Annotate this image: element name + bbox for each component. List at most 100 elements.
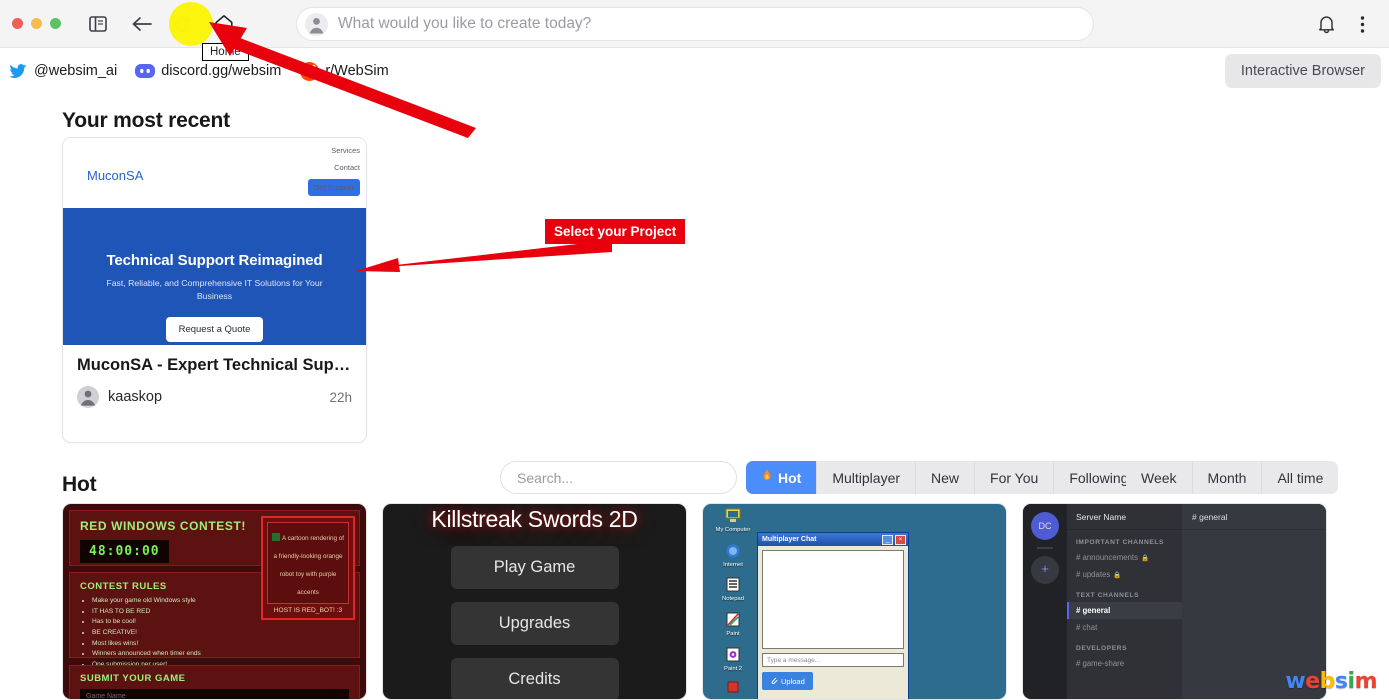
twitter-icon (8, 61, 28, 81)
omnibox-prompt-input[interactable]: What would you like to create today? (296, 7, 1094, 41)
discord-channel-announcements: # announcements 🔒 (1067, 549, 1182, 566)
search-placeholder-text: Search... (517, 469, 574, 486)
project-card-meta: MuconSA - Expert Technical Supp... kaask… (63, 345, 366, 408)
minimize-window-button[interactable] (31, 18, 42, 29)
thumbnail-hero: Technical Support Reimagined Fast, Relia… (63, 208, 366, 345)
project-card-title: MuconSA - Expert Technical Supp... (77, 356, 352, 374)
chat-window-controls: _ × (882, 534, 906, 545)
thumbnail-hero-subtitle: Fast, Reliable, and Comprehensive IT Sol… (106, 278, 323, 301)
discord-channel-chat: # chat (1076, 623, 1098, 632)
hot-card-multiplayer-chat[interactable]: My Computer Internet Notepad Paint Paint… (702, 503, 1007, 700)
thumbnail-brand: MuconSA (87, 168, 144, 183)
robot-alt-text: A cartoon rendering of a friendly-lookin… (273, 535, 344, 596)
desktop-icon-label: Paint 2 (723, 665, 743, 672)
killstreak-preview: Killstreak Swords 2D Play Game Upgrades … (383, 504, 686, 699)
list-item: Winners announced when timer ends (92, 649, 349, 660)
watermark-letter: w (1285, 669, 1306, 694)
tab-all-time[interactable]: All time (1262, 461, 1338, 494)
project-card-author[interactable]: kaaskop (108, 389, 162, 405)
close-window-button[interactable] (12, 18, 23, 29)
watermark-letter: b (1319, 669, 1336, 694)
twitter-link[interactable]: @websim_ai (8, 61, 117, 81)
tab-multiplayer[interactable]: Multiplayer (817, 461, 917, 494)
windows-desktop-preview: My Computer Internet Notepad Paint Paint… (703, 504, 1006, 699)
notification-bell-icon[interactable] (1311, 9, 1341, 39)
tab-for-you[interactable]: For You (975, 461, 1055, 494)
browser-actions (1311, 0, 1377, 48)
list-item: Most likes wins! (92, 639, 349, 650)
desktop-icon-notepad: Notepad (711, 577, 755, 603)
tab-week[interactable]: Week (1126, 461, 1193, 494)
maximize-window-button[interactable] (50, 18, 61, 29)
tab-month[interactable]: Month (1193, 461, 1263, 494)
discord-link[interactable]: discord.gg/websim (135, 61, 281, 81)
multiplayer-chat-window: Multiplayer Chat _ × Type a message... U… (757, 532, 909, 699)
broken-image-icon (272, 533, 281, 541)
home-tooltip: Home (202, 43, 249, 61)
thumbnail-nav-services: Services (331, 146, 360, 155)
discord-category-important: IMPORTANT CHANNELS (1076, 539, 1164, 546)
tab-hot[interactable]: Hot (746, 461, 818, 494)
contest-timer: 48:00:00 (80, 540, 169, 563)
lock-icon: 🔒 (1141, 554, 1150, 562)
home-button-highlight (169, 2, 213, 46)
chat-message-input: Type a message... (762, 653, 904, 667)
discord-icon (135, 61, 156, 81)
discord-channel-game-share: # game-share (1076, 659, 1125, 668)
minimize-icon: _ (882, 534, 893, 545)
list-item: BE CREATIVE! (92, 628, 349, 639)
contest-game-name-input: Game Name (80, 689, 349, 699)
killstreak-upgrades-button: Upgrades (450, 602, 619, 645)
arrow-to-project-card (356, 240, 612, 272)
discord-add-server-button: + (1031, 556, 1059, 584)
hot-card-discord-clone[interactable]: DC + Server Name IMPORTANT CHANNELS # an… (1022, 503, 1327, 700)
divider (1037, 547, 1053, 549)
thumbnail-hero-title: Technical Support Reimagined (106, 252, 323, 269)
home-icon[interactable] (209, 9, 239, 39)
desktop-icon-label: Notepad (722, 596, 744, 603)
recent-section-heading: Your most recent (62, 109, 230, 132)
thumbnail-navbar: MuconSA Services Contact Get Support (63, 138, 366, 208)
desktop-icon-paint-2: Paint 2 (711, 647, 755, 673)
twitter-label: @websim_ai (34, 63, 118, 79)
paint-icon (723, 612, 743, 630)
reddit-link[interactable]: r/WebSim (299, 61, 389, 81)
killstreak-title: Killstreak Swords 2D (431, 506, 638, 532)
back-arrow-icon[interactable] (127, 9, 157, 39)
discord-server-name: Server Name (1067, 504, 1182, 530)
desktop-icon-paint: Paint (711, 612, 755, 638)
recent-project-card[interactable]: MuconSA Services Contact Get Support Tec… (62, 137, 367, 443)
tab-new[interactable]: New (916, 461, 976, 494)
discord-server-rail: DC + (1023, 504, 1067, 699)
watermark-letter: e (1305, 669, 1320, 694)
discord-server-avatar: DC (1031, 512, 1059, 540)
project-card-author-row: kaaskop 22h (77, 386, 352, 408)
killstreak-credits-button: Credits (450, 658, 619, 699)
discord-category-developers: DEVELOPERS (1076, 645, 1128, 652)
hot-card-red-windows-contest[interactable]: RED WINDOWS CONTEST! 48:00:00 CONTEST RU… (62, 503, 367, 700)
interactive-browser-button[interactable]: Interactive Browser (1224, 54, 1381, 88)
notepad-icon (723, 577, 743, 595)
time-range-tabs: Week Month All time (1126, 461, 1339, 494)
contest-host-label: HOST IS RED_BOT! :3 (273, 607, 343, 614)
contest-submit-heading: SUBMIT YOUR GAME (80, 673, 186, 684)
desktop-icon-label: Paint (726, 630, 740, 637)
lock-icon: 🔒 (1113, 571, 1122, 579)
hot-card-killstreak-swords[interactable]: Killstreak Swords 2D Play Game Upgrades … (382, 503, 687, 700)
thumbnail-request-quote-button: Request a Quote (165, 317, 264, 343)
discord-label: discord.gg/websim (161, 63, 282, 79)
red-app-icon (723, 681, 743, 699)
discord-channel-label: # updates (1076, 570, 1111, 579)
user-avatar-icon (305, 12, 328, 36)
killstreak-play-button: Play Game (450, 546, 619, 589)
search-input[interactable]: Search... (500, 461, 737, 494)
sidebar-panel-icon[interactable] (83, 9, 113, 39)
feed-filter-tabs: Hot Multiplayer New For You Following (746, 461, 1144, 494)
chat-message-log (762, 550, 904, 649)
kebab-menu-icon[interactable] (1347, 9, 1377, 39)
contest-host-box: A cartoon rendering of a friendly-lookin… (261, 516, 355, 620)
reddit-label: r/WebSim (325, 63, 389, 79)
desktop-icon-internet: Internet (711, 543, 755, 569)
chat-window-title: Multiplayer Chat (762, 536, 817, 543)
avatar (77, 386, 99, 408)
